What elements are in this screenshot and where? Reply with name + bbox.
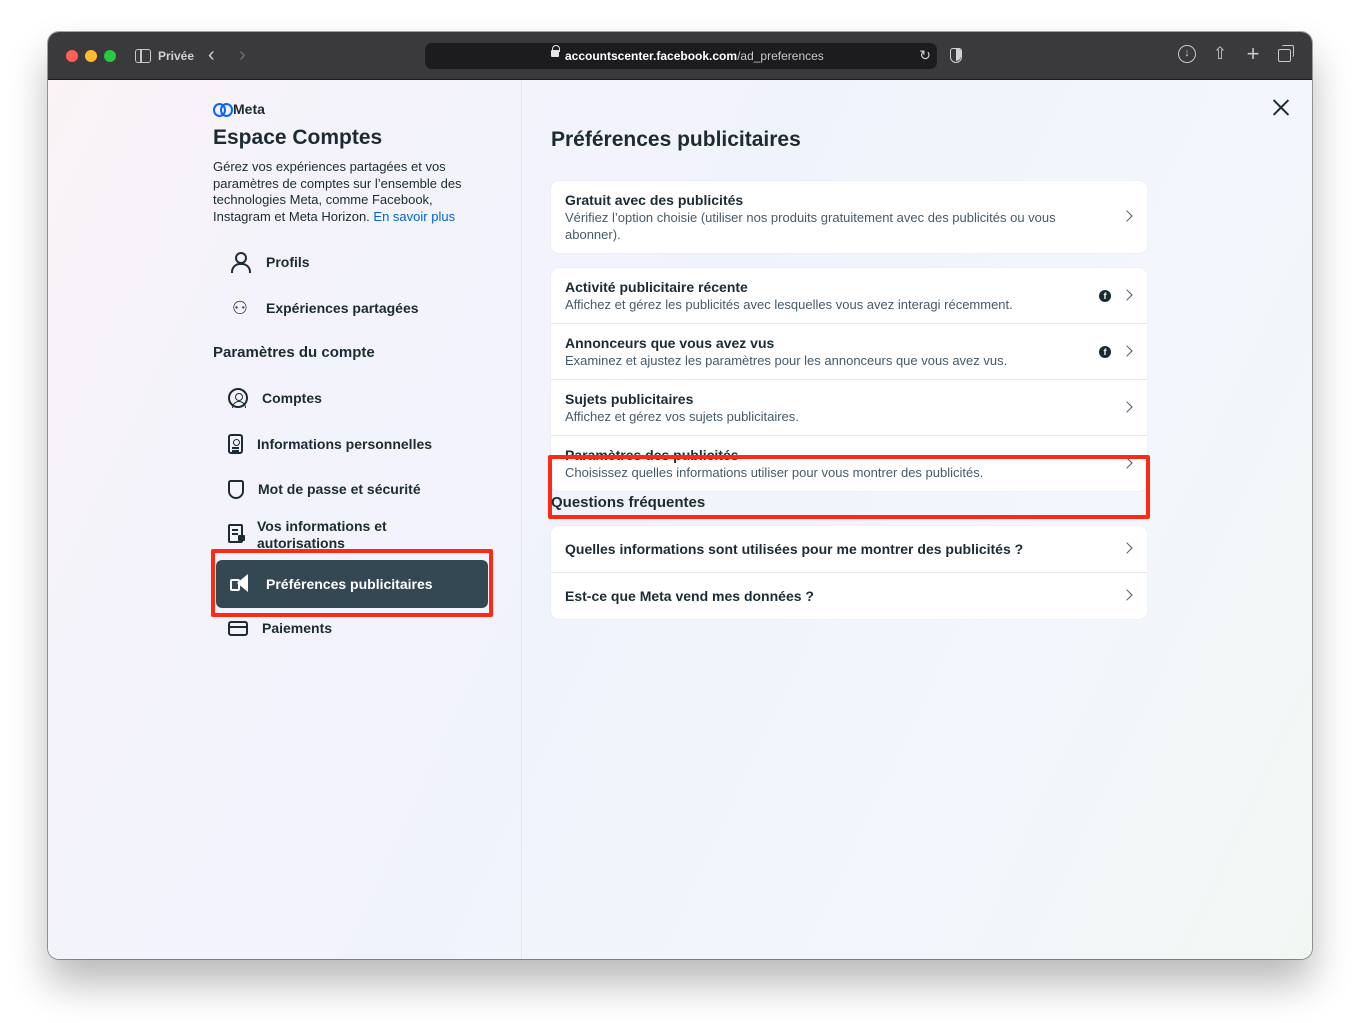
faq-item-sell-data[interactable]: Est-ce que Meta vend mes données ? <box>551 573 1147 619</box>
sidebar-description: Gérez vos expériences partagées et vos p… <box>213 159 493 226</box>
faq-item-title: Quelles informations sont utilisées pour… <box>565 541 1024 557</box>
minimize-window-button[interactable] <box>85 50 97 62</box>
list-item-description: Affichez et gérez les publicités avec le… <box>565 297 1013 312</box>
url-host: accountscenter.facebook.com <box>565 49 738 63</box>
tab-overview-icon[interactable] <box>1277 45 1295 63</box>
facebook-icon: f <box>1099 289 1111 302</box>
chevron-right-icon <box>1121 456 1133 469</box>
sidebar-item-label: Paiements <box>262 619 333 636</box>
sidebar-item-label: Expériences partagées <box>266 299 419 316</box>
reload-icon[interactable]: ↻ <box>919 47 931 64</box>
facebook-icon: f <box>1099 345 1111 358</box>
sidebar-item-label: Comptes <box>262 389 322 406</box>
list-item-title: Gratuit avec des publicités <box>565 192 744 208</box>
download-icon[interactable]: ↓ <box>1178 45 1196 63</box>
url-text: accountscenter.facebook.com/ad_preferenc… <box>565 49 824 63</box>
back-button[interactable]: ‹ <box>208 44 215 67</box>
sidebar-item-personal-info[interactable]: Informations personnelles <box>216 424 486 464</box>
chevron-right-icon <box>1121 344 1133 357</box>
list-item-title: Sujets publicitaires <box>565 391 694 407</box>
sidebar-item-ad-preferences[interactable]: Préférences publicitaires <box>216 560 488 608</box>
list-item-title: Activité publicitaire récente <box>565 279 748 295</box>
sidebar-item-label: Préférences publicitaires <box>266 575 433 592</box>
chevron-right-icon <box>1121 589 1133 601</box>
chevron-right-icon <box>1121 400 1133 413</box>
address-bar[interactable]: accountscenter.facebook.com/ad_preferenc… <box>425 43 937 69</box>
sidebar-item-your-information[interactable]: Vos informations et autorisations <box>216 516 486 552</box>
subscription-card: Gratuit avec des publicités Vérifiez l’o… <box>551 181 1147 253</box>
megaphone-icon <box>228 572 252 596</box>
account-circle-icon <box>228 388 248 408</box>
url-path: /ad_preferences <box>737 49 824 63</box>
ad-settings-card: Activité publicitaire récente Affichez e… <box>551 268 1147 491</box>
faq-heading: Questions fréquentes <box>551 494 706 511</box>
sidebar-item-label: Profils <box>266 253 310 270</box>
list-item-description: Affichez et gérez vos sujets publicitair… <box>565 409 799 424</box>
page-content: Meta Espace Comptes Gérez vos expérience… <box>48 80 1312 959</box>
person-icon <box>228 250 252 274</box>
list-item-description: Choisissez quelles informations utiliser… <box>565 465 984 480</box>
sidebar-item-shared-experiences[interactable]: ⚇ Expériences partagées <box>216 288 486 328</box>
chevron-right-icon <box>1121 210 1133 222</box>
list-item-description: Vérifiez l’option choisie (utiliser nos … <box>565 210 1056 242</box>
document-lock-icon <box>228 524 245 543</box>
sidebar-toggle-icon[interactable] <box>135 49 151 63</box>
forward-button[interactable]: › <box>239 44 246 67</box>
list-item-ad-settings[interactable]: Paramètres des publicités Choisissez que… <box>551 436 1147 491</box>
list-item-title: Annonceurs que vous avez vus <box>565 335 775 351</box>
shield-icon <box>228 479 244 499</box>
sidebar-item-label: Vos informations et autorisations <box>257 518 387 551</box>
close-window-button[interactable] <box>66 50 78 62</box>
sidebar-item-label: Informations personnelles <box>257 435 433 452</box>
sidebar-title: Espace Comptes <box>213 126 383 149</box>
browser-window: Privée ‹ › accountscenter.facebook.com/a… <box>48 32 1312 959</box>
account-settings-heading: Paramètres du compte <box>213 344 375 361</box>
list-item-title: Paramètres des publicités <box>565 447 739 463</box>
sidebar-item-accounts[interactable]: Comptes <box>216 378 486 418</box>
lock-icon <box>551 45 560 59</box>
privacy-shield-icon[interactable] <box>950 48 962 63</box>
chevron-right-icon <box>1121 542 1133 554</box>
share-icon[interactable]: ⇧ <box>1211 45 1229 63</box>
credit-card-icon <box>228 620 248 636</box>
sidebar-item-label: Mot de passe et sécurité <box>258 480 421 497</box>
sidebar-item-profiles[interactable]: Profils <box>216 242 486 282</box>
meta-infinity-icon <box>213 103 233 117</box>
maximize-window-button[interactable] <box>104 50 116 62</box>
accounts-center-sidebar: Meta Espace Comptes Gérez vos expérience… <box>48 80 522 959</box>
browser-titlebar: Privée ‹ › accountscenter.facebook.com/a… <box>48 32 1312 80</box>
list-item-description: Examinez et ajustez les paramètres pour … <box>565 353 1008 368</box>
private-mode-label: Privée <box>158 49 195 63</box>
shared-experiences-icon: ⚇ <box>231 297 249 318</box>
list-item-free-with-ads[interactable]: Gratuit avec des publicités Vérifiez l’o… <box>551 181 1147 253</box>
meta-brand-text: Meta <box>233 101 265 117</box>
close-icon[interactable] <box>1272 98 1290 116</box>
id-badge-icon <box>228 434 243 454</box>
sidebar-item-payments[interactable]: Paiements <box>216 608 486 648</box>
meta-logo: Meta <box>213 100 265 118</box>
new-tab-icon[interactable]: + <box>1244 43 1262 65</box>
list-item-ad-topics[interactable]: Sujets publicitaires Affichez et gérez v… <box>551 380 1147 436</box>
faq-item-info-used[interactable]: Quelles informations sont utilisées pour… <box>551 526 1147 573</box>
list-item-recent-ad-activity[interactable]: Activité publicitaire récente Affichez e… <box>551 268 1147 324</box>
faq-item-title: Est-ce que Meta vend mes données ? <box>565 588 814 604</box>
faq-card: Quelles informations sont utilisées pour… <box>551 526 1147 619</box>
list-item-advertisers-seen[interactable]: Annonceurs que vous avez vus Examinez et… <box>551 324 1147 380</box>
chevron-right-icon <box>1121 288 1133 301</box>
page-title: Préférences publicitaires <box>551 128 801 151</box>
sidebar-item-password-security[interactable]: Mot de passe et sécurité <box>216 469 486 509</box>
learn-more-link[interactable]: En savoir plus <box>373 209 455 224</box>
